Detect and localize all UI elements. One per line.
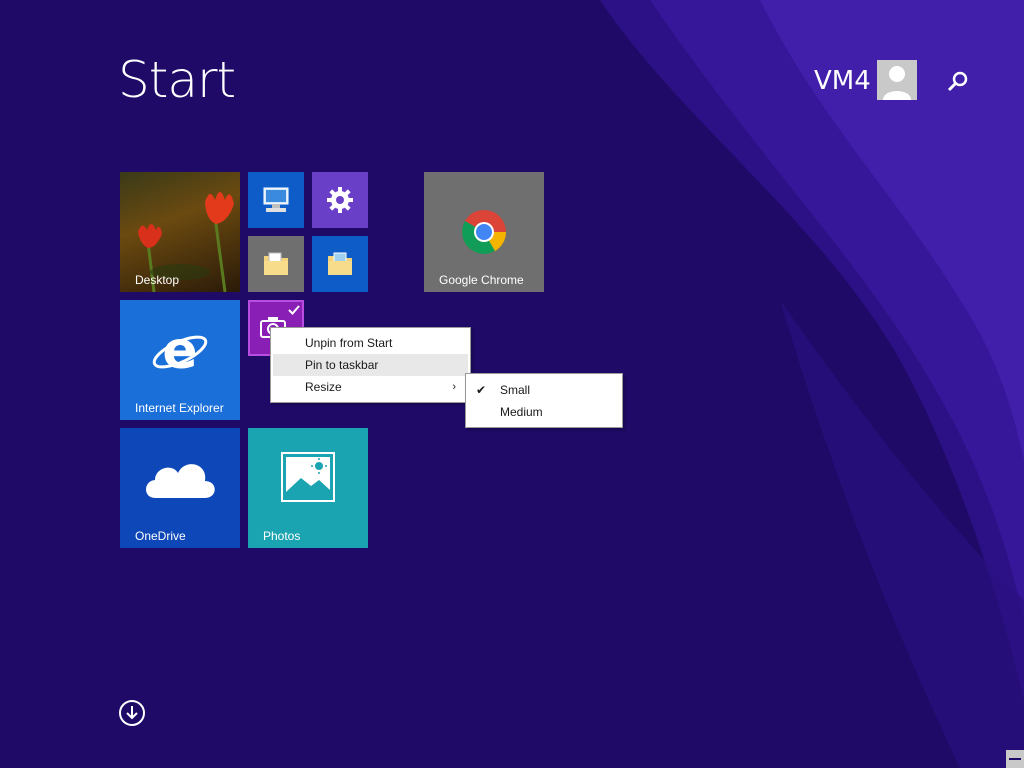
tile-label: Internet Explorer (135, 401, 224, 415)
search-button[interactable] (944, 68, 972, 96)
all-apps-button[interactable] (119, 700, 145, 726)
checkmark-icon: ✔ (476, 383, 487, 397)
tile-desktop[interactable]: Desktop (120, 172, 240, 292)
down-arrow-circle-icon (126, 706, 138, 720)
tile-onedrive[interactable]: OneDrive (120, 428, 240, 548)
tile-label: OneDrive (135, 529, 186, 543)
submenu-item-label: Small (500, 383, 531, 397)
menu-item-resize[interactable]: Resize › (273, 376, 468, 398)
submenu-item-small[interactable]: ✔ Small (468, 379, 620, 401)
gear-icon (327, 187, 353, 213)
tile-settings[interactable] (312, 172, 368, 228)
folder-icon (264, 252, 288, 275)
page-title: Start (118, 51, 236, 109)
menu-item-label: Unpin from Start (305, 336, 393, 350)
menu-item-pin-to-taskbar[interactable]: Pin to taskbar (273, 354, 468, 376)
computer-icon (263, 187, 289, 212)
tile-this-pc[interactable] (248, 172, 304, 228)
user-icon (883, 66, 911, 100)
search-icon (947, 71, 968, 92)
tile-label: Google Chrome (439, 273, 524, 287)
corner-minimize-button[interactable] (1006, 750, 1024, 768)
tile-google-chrome[interactable]: Google Chrome (424, 172, 544, 292)
tile-file-explorer[interactable] (312, 236, 368, 292)
tile-label: Photos (263, 529, 301, 543)
folder-icon (328, 252, 352, 275)
tile-internet-explorer[interactable]: e Internet Explorer (120, 300, 240, 420)
tile-label: Desktop (135, 273, 180, 287)
context-menu: Unpin from Start Pin to taskbar Resize › (270, 327, 471, 403)
cloud-icon (146, 464, 215, 498)
menu-item-label: Pin to taskbar (305, 358, 379, 372)
chrome-icon (462, 210, 506, 254)
chevron-right-icon: › (452, 381, 456, 393)
minus-icon (1009, 758, 1021, 760)
internet-explorer-icon: e (152, 322, 208, 381)
menu-item-unpin-from-start[interactable]: Unpin from Start (273, 332, 468, 354)
svg-text:e: e (162, 322, 197, 381)
submenu-item-label: Medium (500, 405, 543, 419)
user-name[interactable]: VM4 (814, 64, 871, 98)
resize-submenu: ✔ Small Medium (465, 373, 623, 428)
avatar[interactable] (877, 60, 917, 100)
selected-check-icon (288, 305, 300, 315)
submenu-item-medium[interactable]: Medium (468, 401, 620, 423)
menu-item-label: Resize (305, 380, 342, 394)
tile-photos[interactable]: Photos (248, 428, 368, 548)
tile-documents[interactable] (248, 236, 304, 292)
photo-icon (281, 452, 335, 502)
